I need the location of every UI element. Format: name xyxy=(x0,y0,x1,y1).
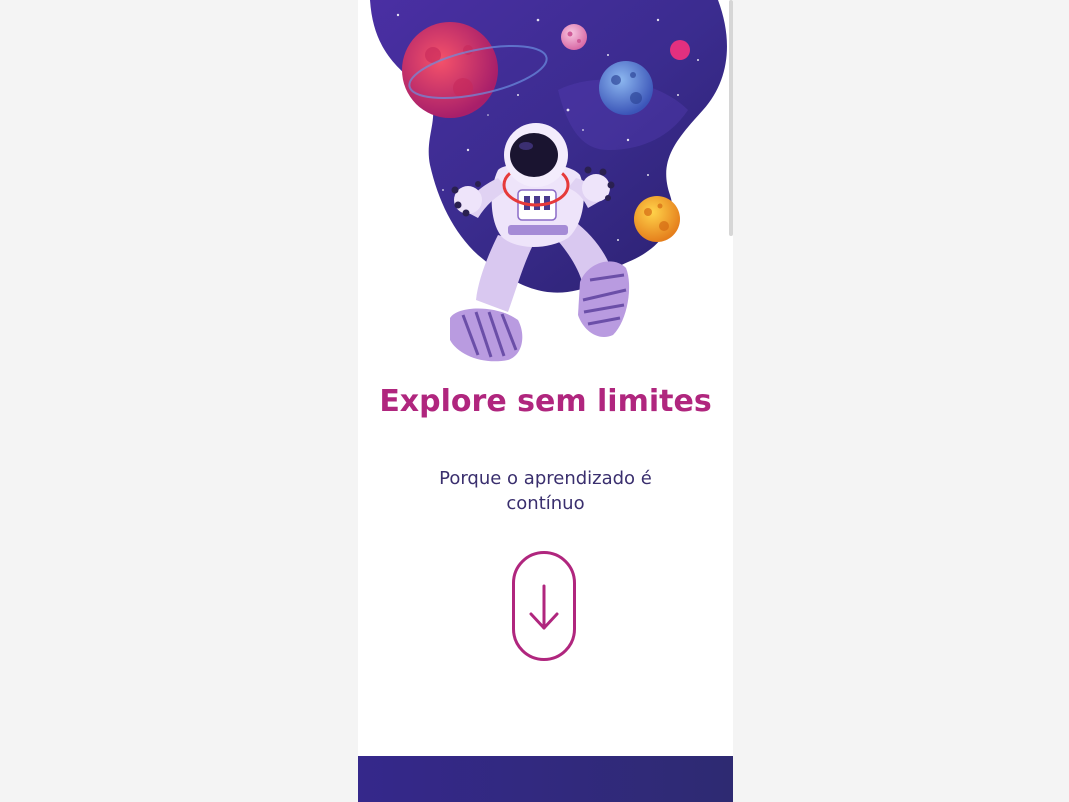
page-title: Explore sem limites xyxy=(379,384,712,419)
arrow-down-icon xyxy=(529,584,559,630)
scrollbar-thumb[interactable] xyxy=(729,0,733,236)
page-subtitle: Porque o aprendizado é contínuo xyxy=(439,468,652,514)
astronaut-illustration xyxy=(370,0,727,362)
footer-section xyxy=(358,756,733,802)
mobile-viewport: Explore sem limites Porque o aprendizado… xyxy=(358,0,733,802)
hero-illustration xyxy=(358,0,733,375)
scroll-down-button[interactable] xyxy=(512,551,576,661)
